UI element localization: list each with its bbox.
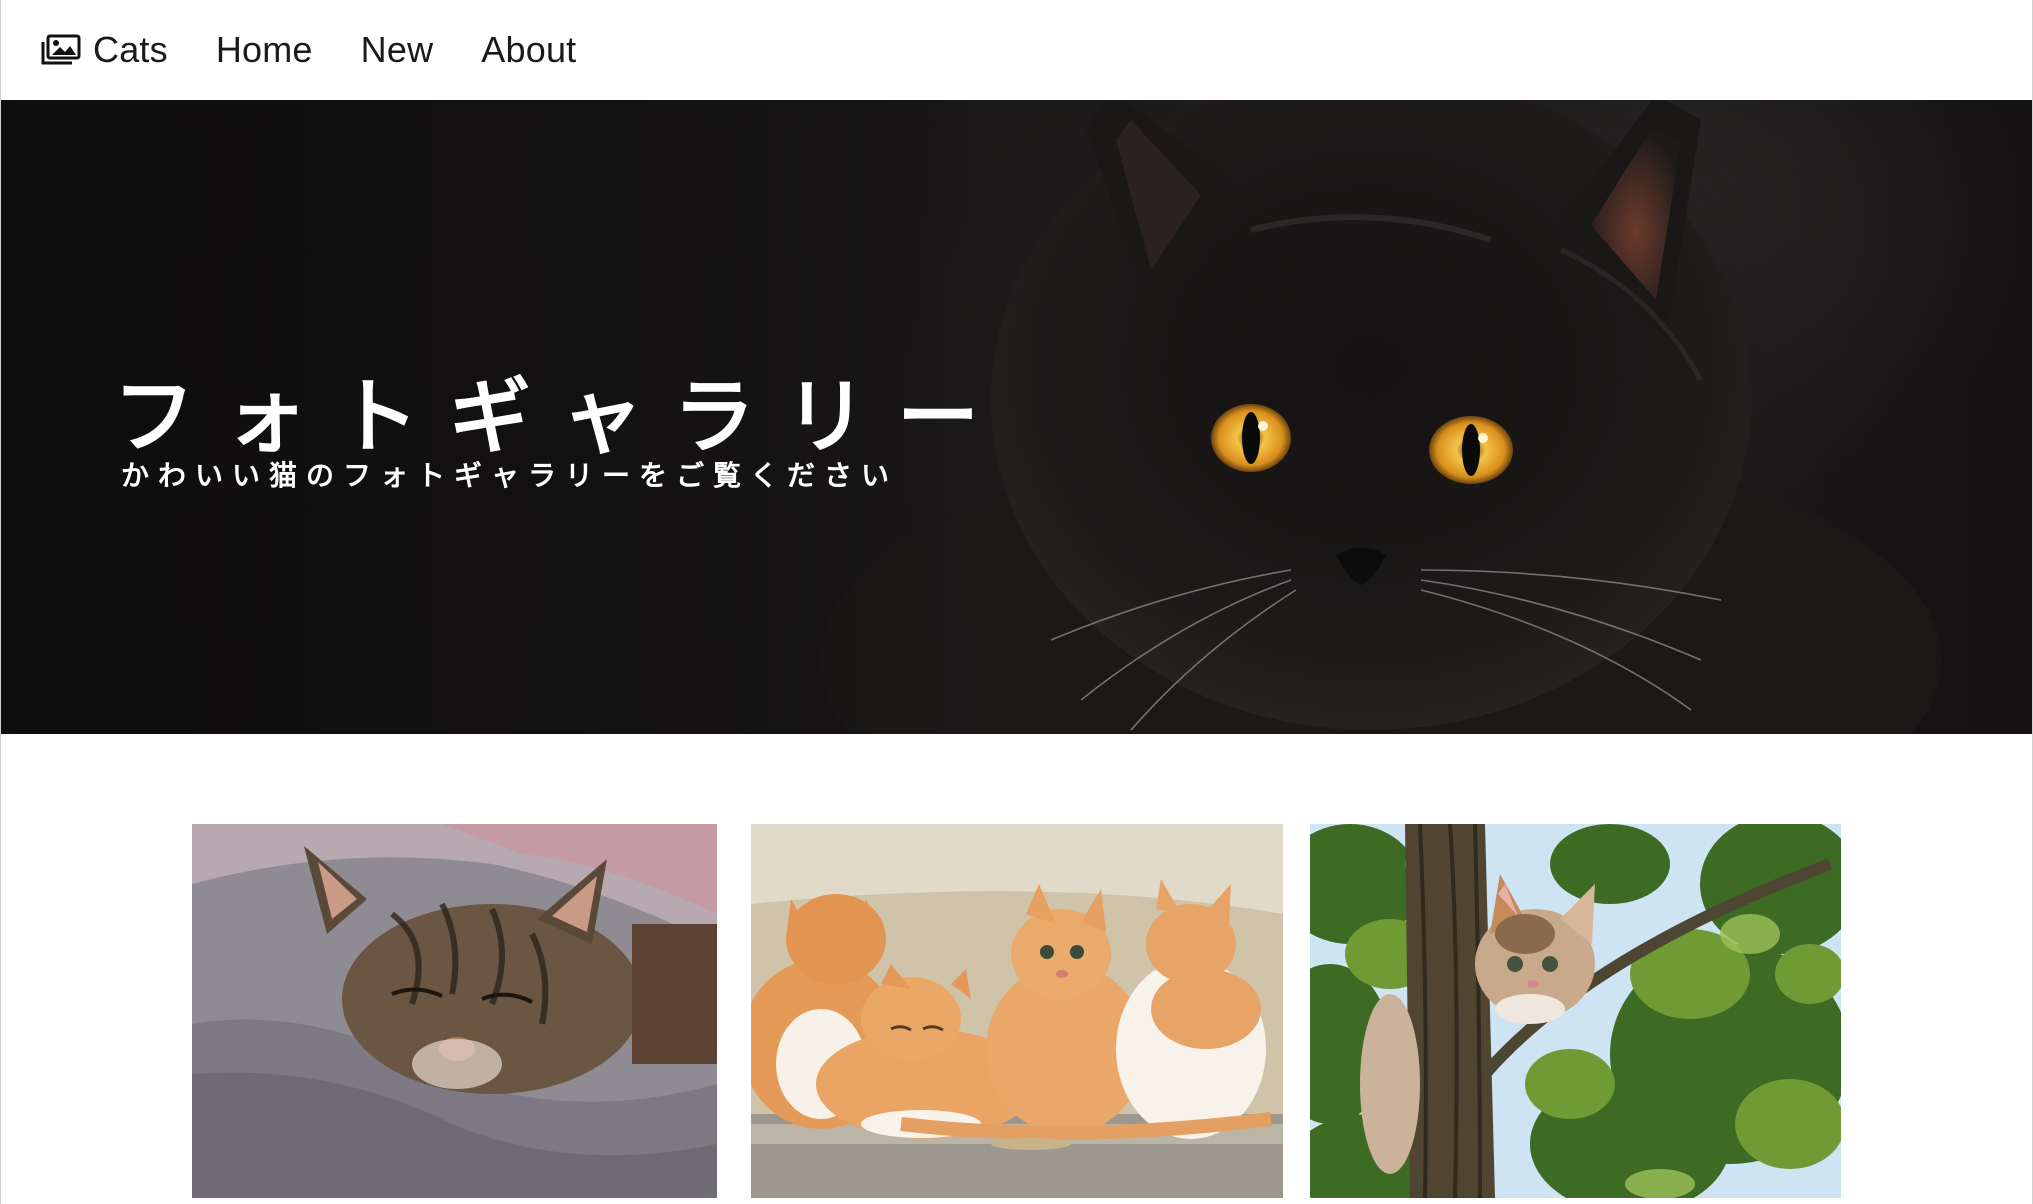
navbar: Cats Home New About bbox=[1, 0, 2032, 100]
images-icon bbox=[41, 34, 81, 66]
orange-kittens-photo bbox=[751, 824, 1283, 1198]
hero-banner: フォトギャラリー かわいい猫のフォトギャラリーをご覧ください bbox=[1, 100, 2032, 734]
page: Cats Home New About フォトギャラリー かわいい猫のフォトギャ… bbox=[0, 0, 2033, 1204]
hero-title: フォトギャラリー bbox=[113, 370, 1010, 465]
nav-link-about[interactable]: About bbox=[481, 29, 576, 71]
hero-subtitle: かわいい猫のフォトギャラリーをご覧ください bbox=[121, 459, 899, 492]
gallery-item-3[interactable] bbox=[1310, 824, 1841, 1198]
brand-label: Cats bbox=[93, 29, 168, 70]
nav-link-new[interactable]: New bbox=[361, 29, 434, 71]
nav-link-home[interactable]: Home bbox=[216, 29, 313, 71]
kitten-in-tree-photo bbox=[1310, 824, 1841, 1198]
gallery-item-1[interactable] bbox=[192, 824, 717, 1198]
brand-link[interactable]: Cats bbox=[41, 29, 168, 71]
gallery-item-2[interactable] bbox=[751, 824, 1283, 1198]
photo-gallery bbox=[1, 824, 2032, 1204]
sleeping-tabby-cat-photo bbox=[192, 824, 717, 1198]
